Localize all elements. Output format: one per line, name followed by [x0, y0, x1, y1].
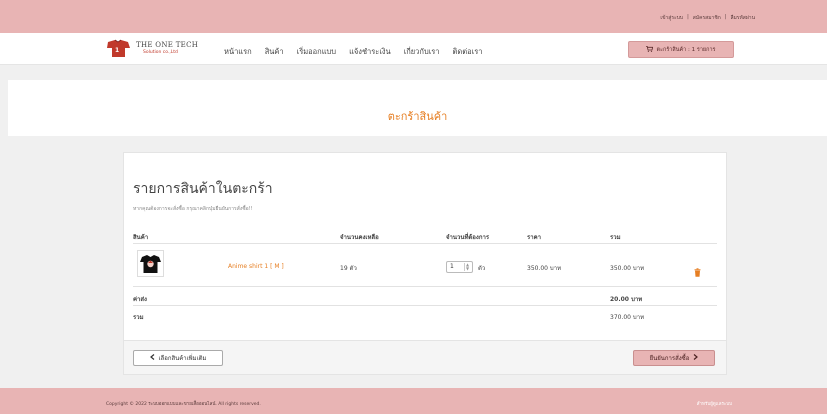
- brand-name: THE ONE TECH: [136, 40, 199, 49]
- menu-home[interactable]: หน้าแรก: [224, 46, 252, 58]
- menu-about[interactable]: เกี่ยวกับเรา: [404, 46, 440, 58]
- confirm-order-label: ยืนยันการสั่งซื้อ: [649, 355, 690, 362]
- menu-payment[interactable]: แจ้งชำระเงิน: [349, 46, 391, 58]
- cart-panel: รายการสินค้าในตะกร้า หากคุณต้องการจะสั่ง…: [123, 152, 727, 375]
- continue-shopping-button[interactable]: เลือกสินค้าเพิ่มเติม: [133, 350, 223, 366]
- menu-contact[interactable]: ติดต่อเรา: [453, 46, 483, 58]
- confirm-order-button[interactable]: ยืนยันการสั่งซื้อ: [633, 350, 715, 366]
- site-footer: Copyright © 2022 ระบบออกแบบและขายเสื้อออ…: [0, 388, 827, 414]
- shipping-value: 20.00 บาท: [610, 296, 643, 303]
- quantity-input[interactable]: 1 ▲ ▼: [446, 261, 473, 273]
- product-name-link[interactable]: Anime shirt 1 [ M ]: [228, 263, 284, 270]
- product-total: 350.00 บาท: [610, 265, 645, 272]
- shipping-label: ค่าส่ง: [133, 296, 147, 303]
- quantity-value: 1: [450, 263, 454, 270]
- header-total: รวม: [610, 234, 621, 241]
- svg-text:1: 1: [115, 47, 119, 54]
- top-bar: เข้าสู่ระบบ | สมัครสมาชิก | ลืมรหัสผ่าน: [0, 0, 827, 33]
- page-banner: ตะกร้าสินค้า: [8, 80, 827, 136]
- product-stock: 19 ตัว: [340, 265, 357, 272]
- separator: |: [687, 14, 689, 20]
- header-price: ราคา: [527, 234, 541, 241]
- page-title: ตะกร้าสินค้า: [387, 110, 448, 123]
- sum-label: รวม: [133, 314, 144, 321]
- chevron-left-icon: [149, 354, 155, 362]
- product-price: 350.00 บาท: [527, 265, 562, 272]
- quantity-unit: ตัว: [478, 265, 486, 272]
- brand-subtitle: Solution co.,Ltd: [143, 49, 178, 55]
- register-link[interactable]: สมัครสมาชิก: [693, 14, 721, 22]
- header-product: สินค้า: [133, 234, 149, 241]
- menu-products[interactable]: สินค้า: [265, 46, 284, 58]
- cart-heading: รายการสินค้าในตะกร้า: [133, 181, 273, 197]
- product-thumbnail[interactable]: [137, 250, 164, 277]
- brand-logo[interactable]: 1 THE ONE TECH Solution co.,Ltd: [106, 39, 198, 58]
- quantity-stepper[interactable]: ▲ ▼: [464, 263, 470, 271]
- divider: [133, 305, 717, 306]
- main-menu: หน้าแรก สินค้า เริ่มออกแบบ แจ้งชำระเงิน …: [224, 46, 495, 58]
- cart-note: หากคุณต้องการจะสั่งซื้อ กรุณาคลิกปุ่มยืน…: [133, 206, 253, 212]
- forgot-password-link[interactable]: ลืมรหัสผ่าน: [730, 14, 755, 22]
- header-stock: จำนวนคงเหลือ: [340, 234, 379, 241]
- main-navbar: 1 THE ONE TECH Solution co.,Ltd หน้าแรก …: [0, 33, 827, 65]
- cart-icon: [646, 45, 654, 54]
- login-link[interactable]: เข้าสู่ระบบ: [660, 14, 683, 22]
- chevron-right-icon: [693, 354, 699, 362]
- divider: [133, 243, 717, 244]
- shirt-logo-icon: 1: [106, 39, 133, 58]
- account-links: เข้าสู่ระบบ | สมัครสมาชิก | ลืมรหัสผ่าน: [660, 14, 755, 22]
- copyright-text: Copyright © 2022 ระบบออกแบบและขายเสื้อออ…: [106, 402, 261, 407]
- cart-actions: เลือกสินค้าเพิ่มเติม ยืนยันการสั่งซื้อ: [124, 340, 726, 374]
- cart-button[interactable]: ตะกร้าสินค้า : 1 รายการ: [628, 41, 734, 58]
- sum-value: 370.00 บาท: [610, 314, 645, 321]
- menu-design[interactable]: เริ่มออกแบบ: [297, 46, 336, 58]
- admin-link[interactable]: สำหรับผู้ดูแลระบบ: [697, 400, 732, 407]
- separator: |: [724, 14, 727, 20]
- cart-button-label: ตะกร้าสินค้า : 1 รายการ: [656, 46, 716, 53]
- trash-icon[interactable]: [694, 262, 701, 277]
- header-qty: จำนวนที่ต้องการ: [446, 234, 490, 241]
- continue-shopping-label: เลือกสินค้าเพิ่มเติม: [158, 355, 207, 362]
- divider: [133, 286, 717, 287]
